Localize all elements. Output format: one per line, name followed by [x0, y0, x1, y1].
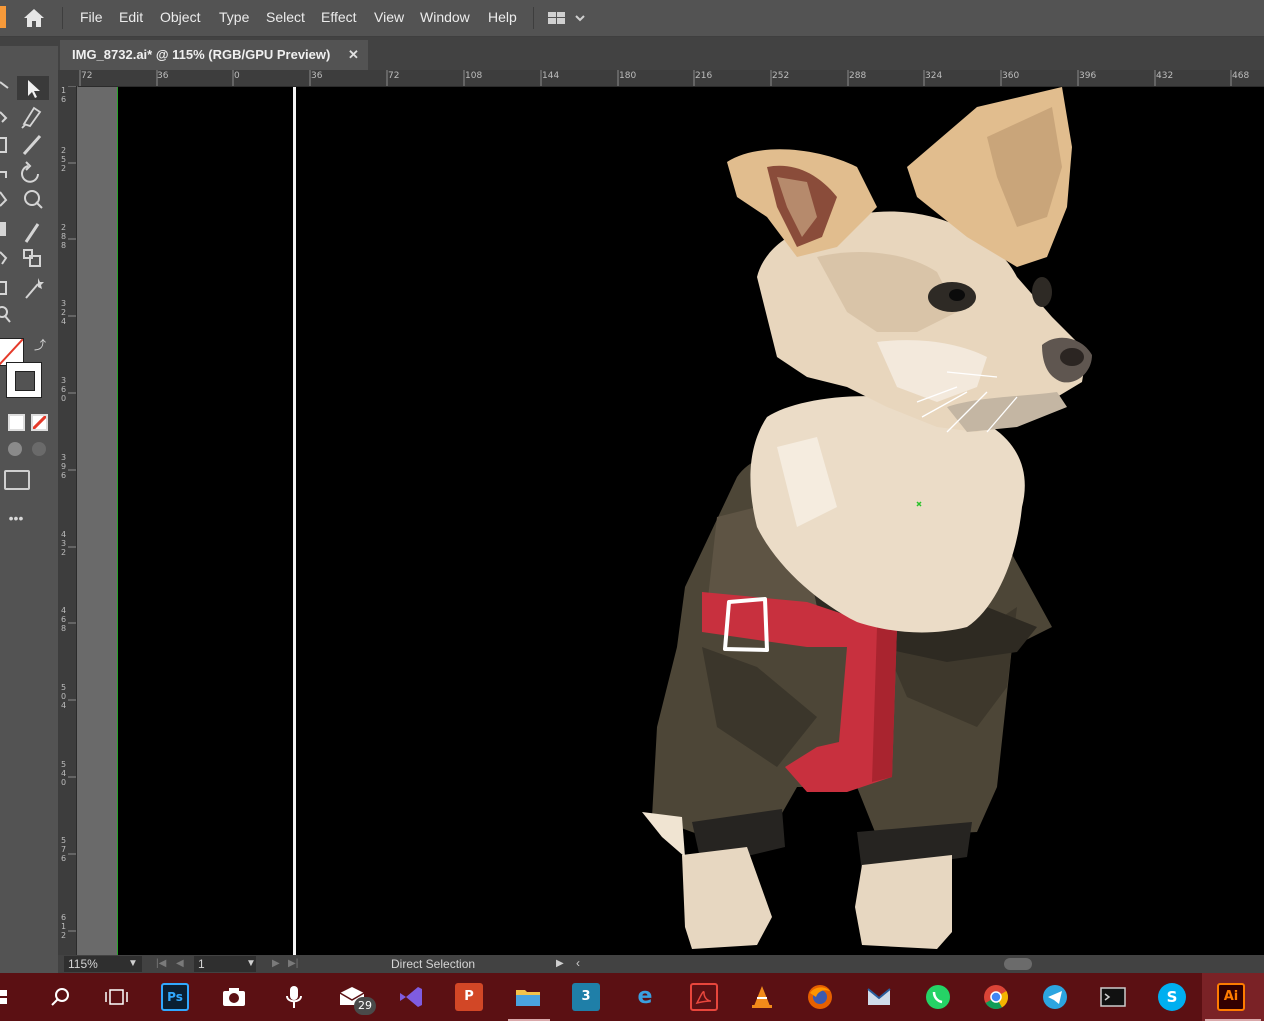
- search-icon[interactable]: [46, 983, 74, 1011]
- draw-inside-icon[interactable]: [32, 442, 46, 456]
- tool-icons: [0, 76, 49, 323]
- telegram-icon[interactable]: [1041, 983, 1069, 1011]
- ruler-label: 2 5 2: [61, 146, 67, 173]
- vlc-icon[interactable]: [748, 983, 776, 1011]
- more-tools-button[interactable]: •••: [3, 506, 29, 530]
- acrobat-icon[interactable]: [690, 983, 718, 1011]
- menu-view[interactable]: View: [374, 0, 404, 36]
- windows-start-icon[interactable]: [0, 983, 24, 1011]
- terminal-icon[interactable]: [1099, 983, 1127, 1011]
- file-explorer-icon[interactable]: [514, 983, 542, 1011]
- 3d-app-icon[interactable]: 3: [572, 983, 600, 1011]
- camera-icon[interactable]: [220, 983, 248, 1011]
- color-mode-color-icon[interactable]: [8, 414, 25, 431]
- ruler-ticks: [79, 70, 1232, 86]
- ruler-label: 6 1 2: [61, 913, 67, 940]
- ruler-label: 5 4 0: [61, 760, 67, 787]
- swap-fill-stroke-icon[interactable]: ⤴: [34, 336, 46, 353]
- status-menu-icon[interactable]: ▶: [556, 958, 564, 969]
- menu-type[interactable]: Type: [219, 0, 249, 36]
- stroke-swatch[interactable]: [6, 362, 42, 398]
- horizontal-ruler[interactable]: 72 36 0 36 72 108 144 180 216 252 288 32…: [78, 70, 1264, 87]
- dog-illustration[interactable]: [117, 87, 1264, 955]
- document-tab-bar: IMG_8732.ai* @ 115% (RGB/GPU Preview) ✕: [0, 37, 1264, 70]
- chrome-icon[interactable]: [982, 983, 1010, 1011]
- vertical-guide[interactable]: [293, 87, 296, 955]
- zoom-dropdown-icon[interactable]: ▼: [128, 958, 138, 969]
- scroll-left-icon[interactable]: ‹: [576, 956, 580, 970]
- vertical-ruler[interactable]: 1 6 2 5 2 2 8 8 3 2 4 3 6 0 3 9 6 4 3 2 …: [58, 85, 77, 956]
- firefox-icon[interactable]: [806, 983, 834, 1011]
- edge-icon[interactable]: e: [631, 983, 659, 1011]
- close-icon[interactable]: ✕: [348, 40, 359, 70]
- menu-object[interactable]: Object: [160, 0, 200, 36]
- artboard-dropdown-icon[interactable]: ▼: [246, 958, 256, 969]
- color-mode-none-icon[interactable]: [31, 414, 48, 431]
- skype-icon[interactable]: S: [1158, 983, 1186, 1011]
- tools-panel: ⤴ •••: [0, 46, 58, 961]
- zoom-level: 115%: [68, 957, 98, 971]
- windows-taskbar: Ps 29 P 3 e S Ai: [0, 973, 1264, 1021]
- ruler-label: 5 7 6: [61, 836, 67, 863]
- ruler-label: 3 2 4: [61, 299, 67, 326]
- draw-mode-icon[interactable]: [8, 442, 22, 456]
- ruler-origin[interactable]: [58, 70, 78, 86]
- menu-bar: File Edit Object Type Select Effect View…: [0, 0, 1264, 37]
- ruler-label: 2 8 8: [61, 223, 67, 250]
- photoshop-icon[interactable]: Ps: [161, 983, 189, 1011]
- ruler-label: 4 6 8: [61, 606, 67, 633]
- menu-separator: [62, 7, 63, 29]
- document-tab[interactable]: IMG_8732.ai* @ 115% (RGB/GPU Preview) ✕: [60, 40, 368, 70]
- voice-recorder-icon[interactable]: [280, 983, 308, 1011]
- pasteboard[interactable]: [77, 87, 117, 955]
- screen-mode-icon[interactable]: [4, 470, 30, 490]
- last-artboard-icon[interactable]: ▶|: [288, 958, 298, 969]
- mail-unread-badge: 29: [354, 997, 376, 1015]
- next-artboard-icon[interactable]: ▶: [272, 958, 280, 969]
- task-view-icon[interactable]: [102, 983, 130, 1011]
- ruler-label: 1 6: [61, 86, 67, 104]
- illustrator-icon[interactable]: Ai: [1217, 983, 1245, 1011]
- menu-select[interactable]: Select: [266, 0, 305, 36]
- home-icon[interactable]: [20, 6, 48, 30]
- ruler-label: 3 9 6: [61, 453, 67, 480]
- first-artboard-icon[interactable]: |◀: [156, 958, 166, 969]
- current-tool-label: Direct Selection: [391, 957, 476, 971]
- menu-edit[interactable]: Edit: [119, 0, 143, 36]
- status-bar: 115% ▼ |◀ ◀ 1 ▼ ▶ ▶| Direct Selection ▶ …: [58, 955, 1264, 973]
- menu-file[interactable]: File: [80, 0, 103, 36]
- ruler-label: 5 0 4: [61, 683, 67, 710]
- app-logo-edge: [0, 6, 6, 28]
- mail-app-icon[interactable]: [865, 983, 893, 1011]
- menu-window[interactable]: Window: [420, 0, 470, 36]
- visual-studio-icon[interactable]: [396, 983, 424, 1011]
- menu-separator: [533, 7, 534, 29]
- artboard-number: 1: [198, 957, 205, 971]
- whatsapp-icon[interactable]: [924, 983, 952, 1011]
- document-title: IMG_8732.ai* @ 115% (RGB/GPU Preview): [72, 47, 331, 62]
- vertical-ruler-ticks: [68, 85, 76, 932]
- menu-help[interactable]: Help: [488, 0, 517, 36]
- artboard[interactable]: [117, 87, 1264, 955]
- powerpoint-icon[interactable]: P: [455, 983, 483, 1011]
- previous-artboard-icon[interactable]: ◀: [176, 958, 184, 969]
- horizontal-scrollbar-thumb[interactable]: [1004, 958, 1032, 970]
- ruler-label: 3 6 0: [61, 376, 67, 403]
- ruler-label: 4 3 2: [61, 530, 67, 557]
- menu-effect[interactable]: Effect: [321, 0, 357, 36]
- workspace-switcher-button[interactable]: [544, 6, 592, 30]
